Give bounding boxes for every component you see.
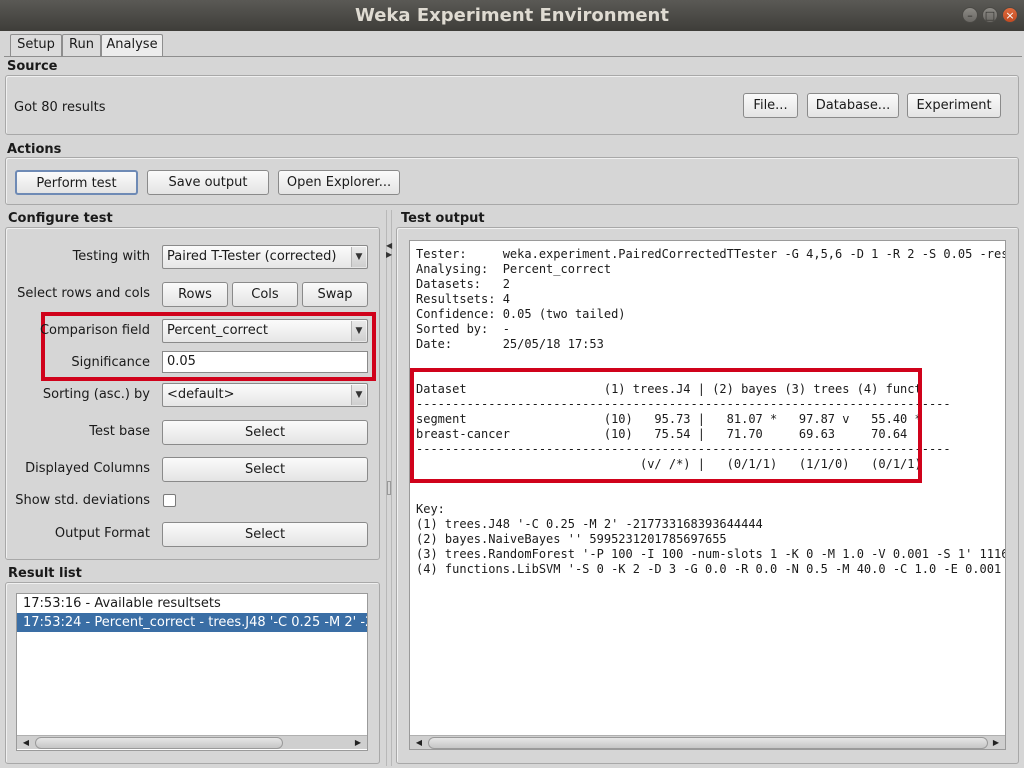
open-explorer-button[interactable]: Open Explorer... (278, 170, 400, 195)
scrollbar-thumb[interactable] (35, 737, 283, 749)
result-list-header: Result list (8, 566, 82, 581)
output-format-label: Output Format (54, 526, 150, 541)
output-header-text: Tester: weka.experiment.PairedCorrectedT… (416, 247, 1005, 351)
test-output-header: Test output (401, 211, 485, 226)
tab-analyse[interactable]: Analyse (101, 34, 163, 57)
testing-with-value: Paired T-Tester (corrected) (167, 249, 337, 264)
show-std-checkbox[interactable] (163, 494, 176, 507)
test-base-label: Test base (89, 424, 150, 439)
swap-button[interactable]: Swap (302, 282, 368, 307)
window-title: Weka Experiment Environment (355, 5, 669, 26)
result-list[interactable]: 17:53:16 - Available resultsets 17:53:24… (16, 593, 368, 751)
list-item[interactable]: 17:53:16 - Available resultsets (17, 594, 367, 613)
scroll-right-icon[interactable]: ▶ (351, 736, 365, 749)
scrollbar-thumb[interactable] (428, 737, 988, 749)
scroll-left-icon[interactable]: ◀ (412, 736, 426, 749)
result-list-scrollbar[interactable]: ◀ ▶ (17, 735, 367, 749)
chevron-down-icon: ▼ (351, 385, 366, 405)
file-button[interactable]: File... (743, 93, 798, 118)
highlight-box-results (410, 368, 922, 483)
window-titlebar: Weka Experiment Environment (0, 0, 1024, 31)
splitter-grip-icon[interactable] (387, 481, 391, 495)
actions-header: Actions (7, 142, 62, 157)
significance-label: Significance (71, 355, 150, 370)
tab-run[interactable]: Run (62, 34, 101, 56)
close-icon[interactable]: × (1002, 7, 1018, 23)
scroll-left-icon[interactable]: ◀ (19, 736, 33, 749)
perform-test-button[interactable]: Perform test (15, 170, 138, 195)
comparison-field-label: Comparison field (39, 323, 150, 338)
save-output-button[interactable]: Save output (147, 170, 269, 195)
maximize-icon[interactable]: □ (982, 7, 998, 23)
output-key-text: Key: (1) trees.J48 '-C 0.25 -M 2' -21773… (416, 502, 1005, 576)
scroll-right-icon[interactable]: ▶ (989, 736, 1003, 749)
source-status: Got 80 results (14, 100, 106, 115)
sorting-label: Sorting (asc.) by (42, 387, 150, 402)
collapse-arrows-icon[interactable]: ◀ ▶ (386, 241, 392, 259)
cols-button[interactable]: Cols (232, 282, 298, 307)
sorting-value: <default> (167, 387, 235, 402)
tab-setup[interactable]: Setup (10, 34, 62, 56)
sorting-select[interactable]: <default> ▼ (162, 383, 368, 407)
tab-divider (4, 56, 1022, 57)
displayed-columns-button[interactable]: Select (162, 457, 368, 482)
show-std-label: Show std. deviations (15, 493, 150, 508)
minimize-icon[interactable]: – (962, 7, 978, 23)
rows-button[interactable]: Rows (162, 282, 228, 307)
source-header: Source (7, 59, 58, 74)
testing-with-label: Testing with (72, 249, 150, 264)
experiment-button[interactable]: Experiment (907, 93, 1001, 118)
comparison-field-value: Percent_correct (167, 323, 268, 338)
select-rows-cols-label: Select rows and cols (17, 286, 150, 301)
output-format-button[interactable]: Select (162, 522, 368, 547)
displayed-columns-label: Displayed Columns (25, 461, 150, 476)
list-item-selected[interactable]: 17:53:24 - Percent_correct - trees.J48 '… (17, 613, 367, 632)
test-base-button[interactable]: Select (162, 420, 368, 445)
test-output-area[interactable]: Tester: weka.experiment.PairedCorrectedT… (409, 240, 1006, 750)
chevron-down-icon: ▼ (351, 321, 366, 341)
database-button[interactable]: Database... (807, 93, 899, 118)
test-output-scrollbar[interactable]: ◀ ▶ (410, 735, 1005, 749)
configure-header: Configure test (8, 211, 113, 226)
comparison-field-select[interactable]: Percent_correct ▼ (162, 319, 368, 343)
testing-with-select[interactable]: Paired T-Tester (corrected) ▼ (162, 245, 368, 269)
significance-input[interactable]: 0.05 (162, 351, 368, 373)
chevron-down-icon: ▼ (351, 247, 366, 267)
